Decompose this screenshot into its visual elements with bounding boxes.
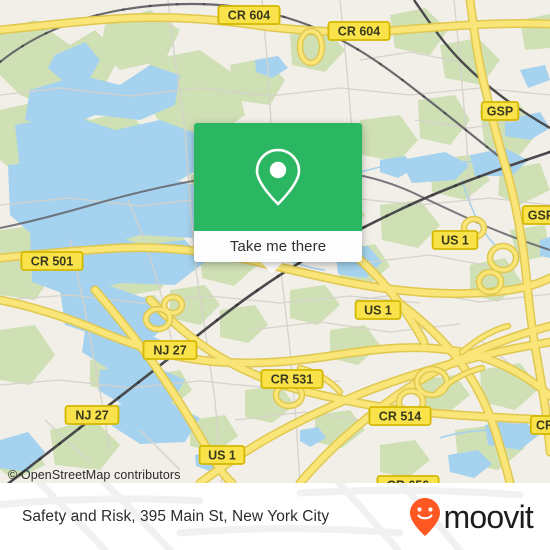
svg-text:CR 604: CR 604	[338, 25, 380, 39]
take-me-there-label: Take me there	[229, 238, 327, 255]
moovit-logo[interactable]: moovit	[408, 483, 534, 550]
road-shield: CR	[529, 415, 550, 435]
moovit-wordmark: moovit	[443, 498, 534, 535]
callout-pointer-tail	[261, 262, 283, 274]
road-shield: CR 604	[327, 21, 391, 41]
svg-text:CR 501: CR 501	[31, 255, 73, 269]
svg-text:US 1: US 1	[364, 304, 392, 318]
road-shield: CR 514	[368, 406, 432, 426]
road-shield: CR 531	[260, 369, 324, 389]
road-shield: US 1	[354, 300, 402, 320]
callout-action-bar[interactable]: Take me there	[194, 231, 362, 262]
svg-text:CR 531: CR 531	[271, 373, 313, 387]
svg-text:GSP: GSP	[528, 209, 550, 223]
road-shield: US 1	[198, 445, 246, 465]
road-shield: CR 604	[217, 5, 281, 25]
road-shield: NJ 27	[64, 405, 120, 425]
svg-text:NJ 27: NJ 27	[75, 409, 108, 423]
map-pin-icon	[255, 148, 301, 206]
location-title: Safety and Risk, 395 Main St, New York C…	[22, 507, 330, 525]
svg-text:GSP: GSP	[487, 105, 513, 119]
road-shield: GSP	[521, 205, 550, 225]
road-shield: CR 656	[376, 475, 440, 483]
osm-attribution: © OpenStreetMap contributors	[8, 468, 181, 482]
road-shield: GSP	[480, 101, 520, 121]
moovit-pin-smiley-icon	[409, 497, 440, 536]
svg-text:CR 514: CR 514	[379, 410, 421, 424]
moovit-map-share-card: CR 604 CR 604 GSP GSP US 1 CR 501 US 1 NJ 27 CR …	[0, 0, 550, 550]
svg-text:US 1: US 1	[208, 449, 236, 463]
footer-bar: Safety and Risk, 395 Main St, New York C…	[0, 483, 550, 550]
take-me-there-callout[interactable]: Take me there	[194, 123, 362, 262]
callout-green-panel	[194, 123, 362, 231]
road-shield: NJ 27	[142, 340, 198, 360]
svg-text:CR: CR	[536, 419, 550, 433]
road-shield: CR 501	[20, 251, 84, 271]
svg-text:US 1: US 1	[441, 234, 469, 248]
svg-text:NJ 27: NJ 27	[153, 344, 186, 358]
svg-text:CR 604: CR 604	[228, 9, 270, 23]
road-shield: US 1	[431, 230, 479, 250]
